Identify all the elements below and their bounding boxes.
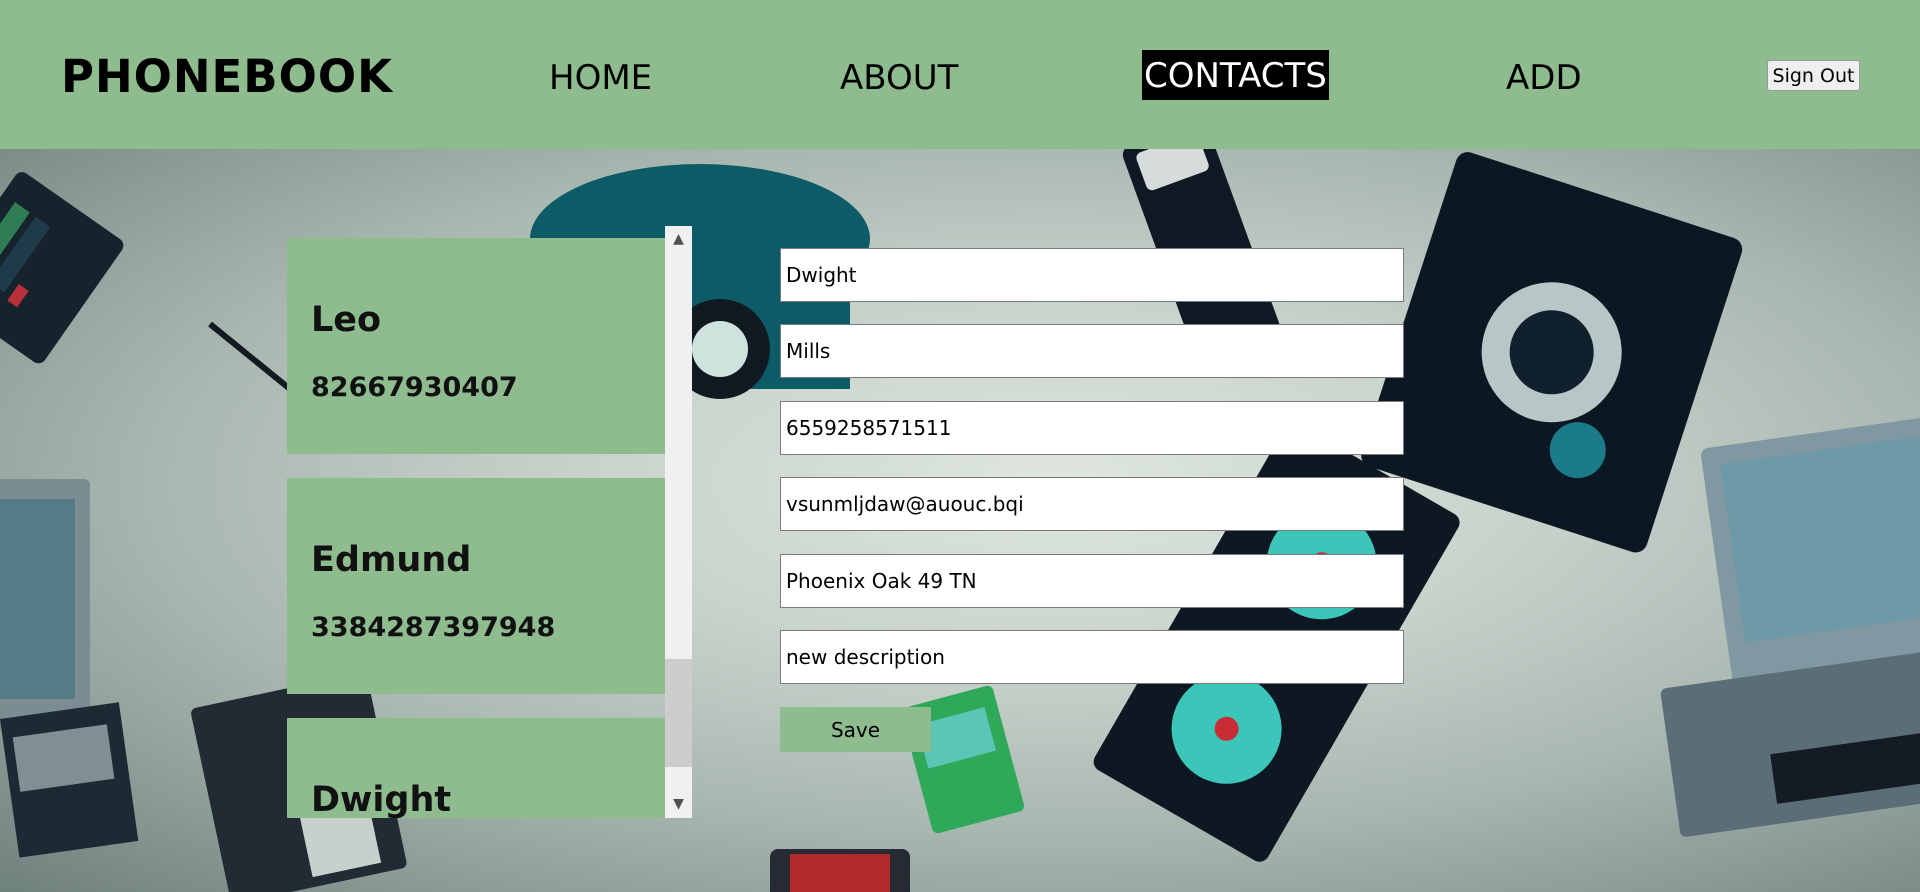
contact-name: Edmund bbox=[311, 540, 472, 580]
nav-home-link[interactable]: HOME bbox=[547, 54, 654, 102]
nav-about-link[interactable]: ABOUT bbox=[838, 54, 960, 102]
contact-name: Leo bbox=[311, 300, 382, 340]
contact-list-scrollbar[interactable]: ▲ ▼ bbox=[665, 226, 692, 818]
contact-card[interactable]: Dwight bbox=[287, 718, 665, 818]
save-button[interactable]: Save bbox=[780, 707, 931, 752]
contact-phone: 3384287397948 bbox=[311, 612, 556, 643]
first-name-input[interactable] bbox=[780, 248, 1404, 302]
top-navbar: PHONEBOOK HOME ABOUT CONTACTS ADD Sign O… bbox=[0, 0, 1920, 149]
scroll-up-arrow-icon[interactable]: ▲ bbox=[665, 226, 692, 253]
phone-input[interactable] bbox=[780, 401, 1404, 455]
scrollbar-thumb[interactable] bbox=[665, 659, 692, 767]
contact-list: Leo 82667930407 Edmund 3384287397948 Dwi… bbox=[287, 226, 692, 818]
address-input[interactable] bbox=[780, 554, 1404, 608]
description-input[interactable] bbox=[780, 630, 1404, 684]
scroll-down-arrow-icon[interactable]: ▼ bbox=[665, 791, 692, 818]
contact-card[interactable]: Edmund 3384287397948 bbox=[287, 478, 665, 694]
brand-logo[interactable]: PHONEBOOK bbox=[61, 50, 393, 103]
nav-contacts-link[interactable]: CONTACTS bbox=[1142, 50, 1329, 100]
last-name-input[interactable] bbox=[780, 324, 1404, 378]
contact-phone: 82667930407 bbox=[311, 372, 518, 403]
contact-name: Dwight bbox=[311, 780, 452, 818]
contact-card[interactable]: Leo 82667930407 bbox=[287, 238, 665, 454]
email-input[interactable] bbox=[780, 477, 1404, 531]
sign-out-button[interactable]: Sign Out bbox=[1767, 60, 1860, 91]
nav-add-link[interactable]: ADD bbox=[1504, 54, 1584, 102]
